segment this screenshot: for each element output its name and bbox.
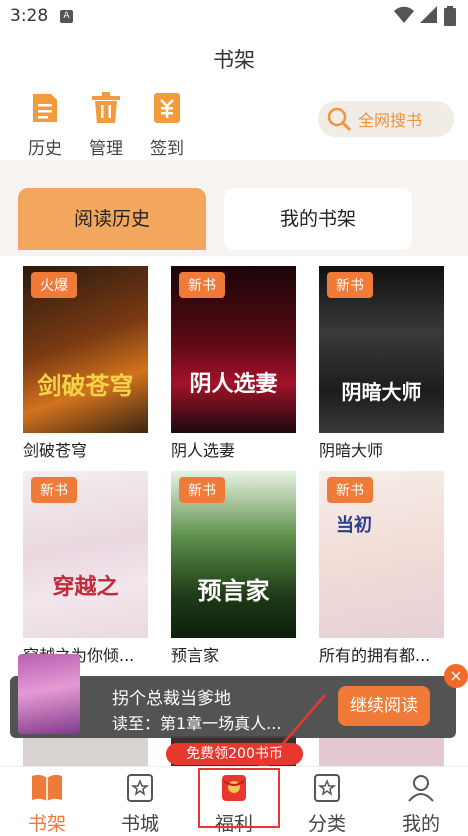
book-title: 阴暗大师 bbox=[319, 441, 384, 460]
book-cover-partial bbox=[23, 736, 148, 766]
book-cover: 阴人选妻 新书 bbox=[171, 266, 296, 433]
search-label: 全网搜书 bbox=[358, 111, 423, 130]
status-icons bbox=[394, 6, 456, 26]
nav-item-category[interactable]: 分类 bbox=[282, 767, 372, 836]
status-time: 3:28 bbox=[10, 6, 49, 26]
cover-title: 阴暗大师 bbox=[341, 380, 422, 404]
book-card[interactable]: 穿越之 新书 穿越之为你倾... bbox=[23, 471, 148, 666]
book-badge: 新书 bbox=[327, 272, 373, 298]
cover-title: 剑破苍穹 bbox=[37, 372, 134, 400]
search-button[interactable]: 全网搜书 bbox=[318, 101, 454, 137]
continue-reading-button[interactable]: 继续阅读 bbox=[338, 686, 430, 726]
checkin-icon bbox=[154, 93, 180, 123]
document-icon bbox=[33, 94, 57, 122]
annotation-highlight-box bbox=[198, 768, 280, 828]
book-title: 剑破苍穹 bbox=[23, 441, 88, 460]
user-icon bbox=[408, 775, 434, 802]
cover-title: 阴人选妻 bbox=[189, 372, 278, 397]
battery-icon bbox=[444, 6, 456, 26]
book-card[interactable]: 预言家 新书 预言家 bbox=[171, 471, 296, 666]
continue-reading-cover bbox=[18, 654, 80, 734]
store-icon bbox=[127, 774, 153, 802]
book-open-icon bbox=[32, 774, 62, 801]
category-icon bbox=[314, 774, 340, 802]
book-badge: 新书 bbox=[327, 477, 373, 503]
cover-title: 预言家 bbox=[197, 577, 270, 605]
manage-button[interactable]: 管理 bbox=[81, 92, 131, 159]
nav-item-shelf[interactable]: 书架 bbox=[2, 767, 92, 836]
book-badge: 新书 bbox=[31, 477, 77, 503]
status-bar: 3:28 A bbox=[0, 0, 468, 34]
book-badge: 火爆 bbox=[31, 272, 77, 298]
book-cover: 阴暗大师 新书 bbox=[319, 266, 444, 433]
checkin-label: 签到 bbox=[150, 139, 184, 159]
trash-icon bbox=[92, 92, 120, 123]
book-title: 阴人选妻 bbox=[171, 441, 236, 460]
history-button[interactable]: 历史 bbox=[20, 92, 70, 159]
nav-item-store[interactable]: 书城 bbox=[95, 767, 185, 836]
book-card[interactable]: 剑破苍穹 火爆 剑破苍穹 bbox=[23, 266, 148, 461]
book-badge: 新书 bbox=[179, 477, 225, 503]
book-cover: 预言家 新书 bbox=[171, 471, 296, 638]
tab-my-shelf[interactable]: 我的书架 bbox=[224, 188, 412, 250]
book-card[interactable]: 阴人选妻 新书 阴人选妻 bbox=[171, 266, 296, 461]
book-title: 所有的拥有都... bbox=[319, 646, 431, 665]
sim-icon: A bbox=[60, 10, 73, 23]
page-title: 书架 bbox=[213, 48, 255, 72]
book-card[interactable]: 阴暗大师 新书 阴暗大师 bbox=[319, 266, 444, 461]
close-icon[interactable]: × bbox=[444, 664, 468, 688]
book-cover-partial bbox=[319, 736, 444, 766]
cover-title: 穿越之 bbox=[52, 575, 119, 600]
manage-label: 管理 bbox=[89, 139, 123, 159]
book-cover: 当初 新书 bbox=[319, 471, 444, 638]
signal-icon bbox=[420, 6, 437, 23]
search-icon bbox=[327, 107, 352, 132]
book-badge: 新书 bbox=[179, 272, 225, 298]
tab-reading-history[interactable]: 阅读历史 bbox=[18, 188, 206, 250]
wifi-icon bbox=[394, 6, 414, 23]
book-cover: 剑破苍穹 火爆 bbox=[23, 266, 148, 433]
history-label: 历史 bbox=[28, 139, 62, 159]
continue-reading-title: 拐个总裁当爹地 bbox=[112, 689, 231, 709]
checkin-button[interactable]: 签到 bbox=[142, 92, 192, 159]
book-card[interactable]: 当初 新书 所有的拥有都... bbox=[319, 471, 444, 666]
book-cover: 穿越之 新书 bbox=[23, 471, 148, 638]
nav-item-mine[interactable]: 我的 bbox=[376, 767, 466, 836]
book-title: 预言家 bbox=[171, 646, 220, 665]
free-coins-badge[interactable]: 免费领200书币 bbox=[166, 743, 303, 765]
cover-title: 当初 bbox=[336, 515, 372, 536]
